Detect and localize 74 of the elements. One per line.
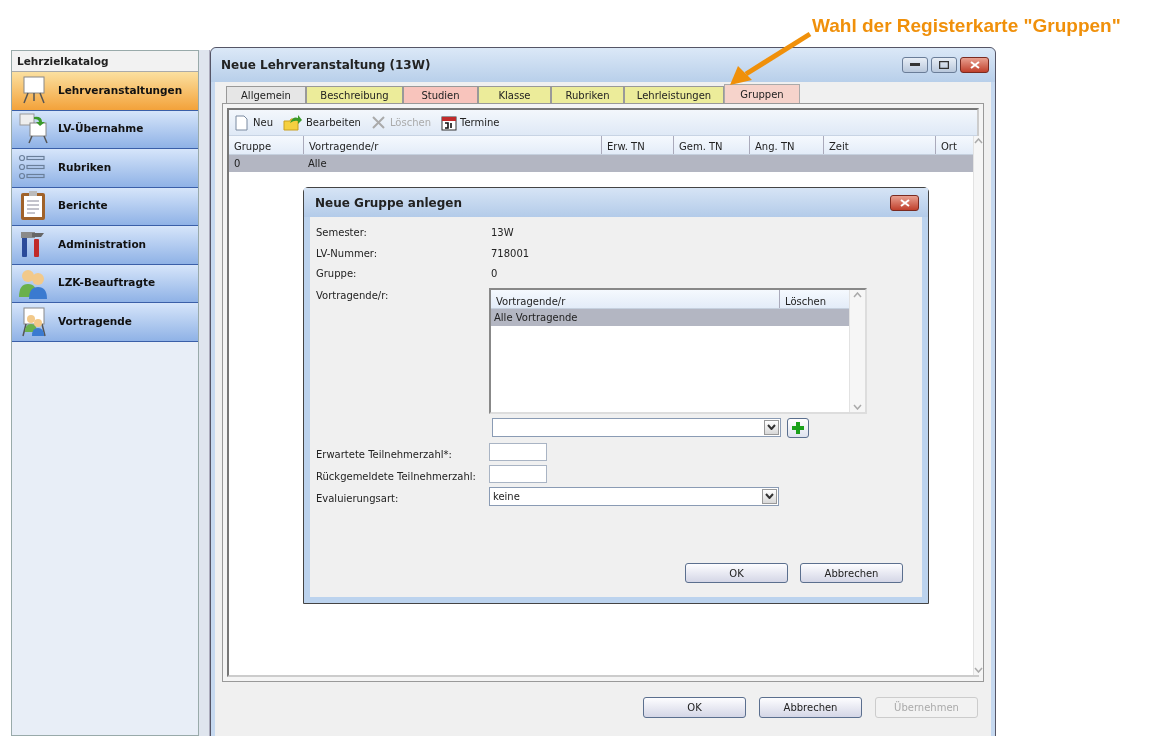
tab[interactable]: Klasse xyxy=(478,86,551,103)
maximize-icon xyxy=(939,61,949,69)
chevron-down-icon xyxy=(767,424,776,430)
sidebar-item[interactable]: Lehrveranstaltungen xyxy=(12,72,198,111)
tab[interactable]: Lehrleistungen xyxy=(624,86,724,103)
tab[interactable]: Studien xyxy=(403,86,478,103)
sidebar-item[interactable]: LV-Übernahme xyxy=(12,110,198,149)
sidebar-item[interactable]: Berichte xyxy=(12,187,198,226)
dialog-button[interactable]: OK xyxy=(685,563,788,583)
dialog-title: Neue Gruppe anlegen xyxy=(315,194,463,212)
toolbar-button[interactable]: Neu xyxy=(234,114,273,131)
input-field[interactable] xyxy=(489,464,547,483)
input-field[interactable] xyxy=(489,442,547,461)
field-label: Vortragende/r: xyxy=(316,288,390,303)
calendar-icon xyxy=(441,114,457,131)
field-label: Gruppe: xyxy=(316,267,358,281)
column-header[interactable]: Gem. TN xyxy=(673,136,749,154)
window-title: Neue Lehrveranstaltung (13W) xyxy=(221,57,432,74)
sidebar-item[interactable]: LZK-Beauftragte xyxy=(12,264,198,303)
toolbar-button[interactable]: Termine xyxy=(441,114,500,131)
field-label: Rückgemeldete Teilnehmerzahl: xyxy=(316,469,477,484)
field-value: 13W xyxy=(491,226,514,240)
field-label: Erwartete Teilnehmerzahl*: xyxy=(316,447,453,462)
scroll-up-icon xyxy=(853,291,862,298)
lecturer-dropdown[interactable] xyxy=(492,417,781,437)
panel-title: Lehrzielkatalog xyxy=(12,51,198,72)
folder-arrow-icon xyxy=(283,114,303,131)
field-value: 718001 xyxy=(491,246,530,261)
maximize-button[interactable] xyxy=(931,57,957,73)
plus-icon xyxy=(791,420,805,435)
tab[interactable]: Rubriken xyxy=(551,86,624,103)
document-icon xyxy=(234,114,250,131)
table-row[interactable]: 0 Alle xyxy=(229,155,973,172)
annotation-text: Wahl der Registerkarte "Gruppen" xyxy=(812,14,1121,38)
scroll-down-icon xyxy=(974,667,983,673)
column-header[interactable]: Ang. TN xyxy=(749,136,823,154)
field-label: LV-Nummer: xyxy=(316,246,379,261)
list-cell-text: Alle Vortragende xyxy=(493,310,579,325)
column-header[interactable]: Vortragende/r xyxy=(303,136,601,154)
table-cell-text: Alle xyxy=(307,157,328,171)
chevron-down-icon xyxy=(765,493,774,499)
delete-icon xyxy=(370,114,387,131)
dialog-button[interactable]: Abbrechen xyxy=(759,696,862,718)
column-header[interactable]: Vortragende/r xyxy=(491,289,779,308)
evaluation-dropdown[interactable]: keine xyxy=(489,486,779,506)
field-label: Semester: xyxy=(316,226,368,240)
column-header[interactable]: Erw. TN xyxy=(601,136,673,154)
close-button[interactable] xyxy=(960,57,989,73)
scrollbar[interactable] xyxy=(973,136,983,675)
field-label: Evaluierungsart: xyxy=(316,491,400,506)
sidebar-item[interactable]: Rubriken xyxy=(12,149,198,188)
scrollbar[interactable] xyxy=(849,289,865,412)
scroll-up-icon xyxy=(974,138,983,144)
column-header[interactable]: Gruppe xyxy=(229,136,303,154)
table-cell-text: 0 xyxy=(233,157,242,171)
tab[interactable]: Gruppen xyxy=(724,84,800,103)
dialog-button[interactable]: OK xyxy=(643,696,746,718)
dialog-button[interactable]: Abbrechen xyxy=(800,563,903,583)
sidebar-item[interactable]: Vortragende xyxy=(12,303,198,342)
minimize-icon xyxy=(910,63,920,67)
close-button[interactable] xyxy=(890,194,919,211)
column-header[interactable]: Zeit xyxy=(823,136,935,154)
tab[interactable]: Allgemein xyxy=(226,86,306,103)
close-icon xyxy=(969,61,980,69)
people-icon xyxy=(18,267,50,300)
sidebar-item[interactable]: Administration xyxy=(12,226,198,265)
close-icon xyxy=(899,198,910,207)
easel-arrow-icon xyxy=(18,113,50,146)
scroll-down-icon xyxy=(853,403,862,410)
toolbar-button[interactable]: Bearbeiten xyxy=(283,114,361,131)
field-value: 0 xyxy=(491,267,498,281)
add-button[interactable] xyxy=(787,417,809,438)
minimize-button[interactable] xyxy=(902,57,928,73)
tab[interactable]: Beschreibung xyxy=(306,86,403,103)
